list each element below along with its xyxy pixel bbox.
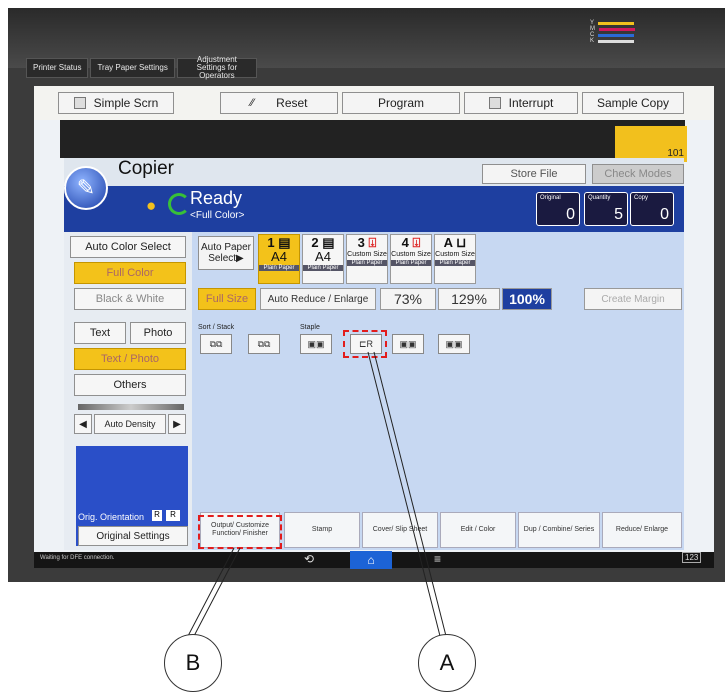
callout-b: B — [164, 634, 222, 692]
callout-a: A — [418, 634, 476, 692]
callout-leaders — [187, 351, 447, 637]
